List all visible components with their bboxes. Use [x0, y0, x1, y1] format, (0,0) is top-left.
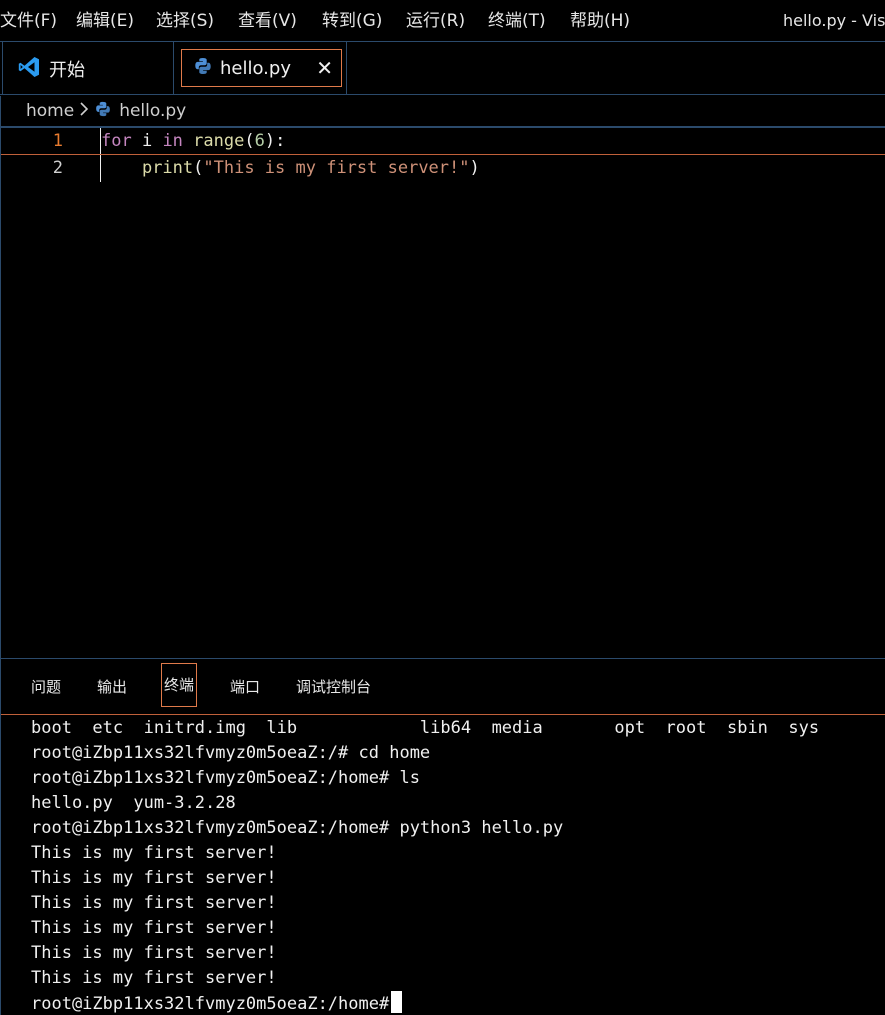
python-file-icon: [194, 57, 212, 79]
terminal-line: root@iZbp11xs32lfvmyz0m5oeaZ:/# cd home: [31, 743, 431, 763]
tab-welcome-label: 开始: [49, 59, 85, 81]
menu-bar: 文件(F) 编辑(E) 选择(S) 查看(V) 转到(G) 运行(R) 终端(T…: [0, 0, 885, 42]
menu-terminal[interactable]: 终端(T): [488, 0, 546, 42]
breadcrumb-folder[interactable]: home: [26, 101, 74, 121]
terminal[interactable]: boot etc initrd.img lib lib64 media opt …: [31, 716, 885, 1015]
tab-bar: 开始 hello.py ✕: [0, 42, 885, 95]
menu-view[interactable]: 查看(V): [238, 0, 297, 42]
python-file-icon: [95, 101, 111, 121]
active-tab-frame: hello.py ✕: [181, 49, 342, 87]
paren-close: ):: [264, 131, 286, 151]
code-text: for i in range(6):: [101, 128, 285, 155]
menu-go[interactable]: 转到(G): [322, 0, 382, 42]
keyword-for: for: [101, 131, 132, 151]
tab-terminal[interactable]: 终端: [161, 663, 198, 707]
bottom-panel: 问题 输出 终端 端口 调试控制台 boot etc initrd.img li…: [0, 658, 885, 1015]
terminal-line: This is my first server!: [31, 943, 277, 963]
menu-file[interactable]: 文件(F): [0, 0, 57, 42]
function-print: print: [141, 158, 194, 178]
string-literal: "This is my first server!": [203, 158, 470, 178]
paren-close: ): [469, 158, 480, 178]
tab-debug-console[interactable]: 调试控制台: [296, 675, 371, 699]
terminal-line: This is my first server!: [31, 893, 277, 913]
panel-tab-bar: 问题 输出 终端 端口 调试控制台: [1, 659, 885, 715]
terminal-cursor: [391, 991, 403, 1013]
terminal-line: root@iZbp11xs32lfvmyz0m5oeaZ:/home# ls: [31, 768, 420, 788]
function-range: range: [193, 131, 245, 151]
terminal-line: This is my first server!: [31, 868, 277, 888]
tab-hello-py[interactable]: hello.py ✕: [175, 42, 347, 95]
terminal-line: hello.py yum-3.2.28: [31, 793, 236, 813]
line-number: 2: [52, 158, 63, 178]
code-line-1[interactable]: 1 for i in range(6):: [1, 128, 885, 155]
tab-hello-py-label: hello.py: [220, 57, 291, 79]
breadcrumb-file[interactable]: hello.py: [119, 101, 186, 121]
menu-help[interactable]: 帮助(H): [570, 0, 630, 42]
terminal-line: boot etc initrd.img lib lib64 media opt …: [31, 718, 820, 738]
terminal-line: root@iZbp11xs32lfvmyz0m5oeaZ:/home# pyth…: [31, 818, 564, 838]
terminal-prompt-line[interactable]: root@iZbp11xs32lfvmyz0m5oeaZ:/home#: [31, 991, 885, 1015]
tab-ports[interactable]: 端口: [230, 675, 260, 699]
close-icon[interactable]: ✕: [316, 57, 333, 79]
terminal-line: This is my first server!: [31, 918, 277, 938]
code-editor[interactable]: 1 for i in range(6): 2 print("This is my…: [0, 126, 885, 658]
tab-problems[interactable]: 问题: [31, 675, 61, 699]
code-text: print("This is my first server!"): [101, 155, 480, 182]
tab-welcome[interactable]: 开始: [2, 42, 174, 95]
paren-open: (: [193, 158, 204, 178]
menu-run[interactable]: 运行(R): [406, 0, 465, 42]
terminal-line: This is my first server!: [31, 968, 277, 988]
terminal-line: This is my first server!: [31, 843, 277, 863]
breadcrumb: home hello.py: [0, 96, 885, 126]
tab-output[interactable]: 输出: [97, 675, 127, 699]
variable: i: [131, 131, 163, 151]
paren-open: (: [244, 131, 255, 151]
number-literal: 6: [254, 131, 265, 151]
menu-edit[interactable]: 编辑(E): [76, 0, 134, 42]
terminal-prompt: root@iZbp11xs32lfvmyz0m5oeaZ:/home#: [31, 994, 390, 1014]
menu-selection[interactable]: 选择(S): [156, 0, 214, 42]
code-line-2[interactable]: 2 print("This is my first server!"): [1, 155, 885, 182]
chevron-right-icon: [79, 101, 89, 121]
window-title: hello.py - Visu: [783, 11, 885, 30]
keyword-in: in: [162, 131, 183, 151]
vscode-logo-icon: [17, 55, 41, 83]
line-number: 1: [52, 131, 63, 151]
